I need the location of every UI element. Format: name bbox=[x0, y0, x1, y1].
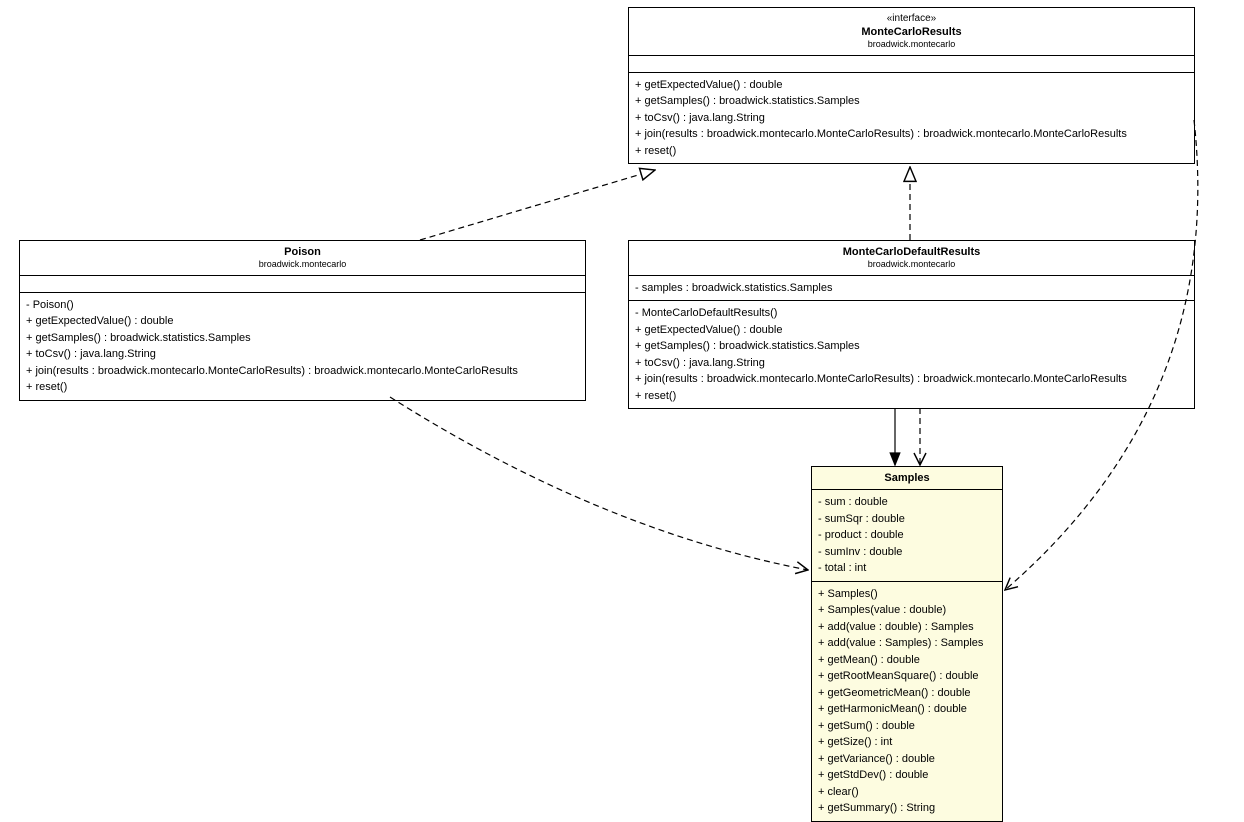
member: + reset() bbox=[635, 143, 1188, 160]
member: + reset() bbox=[635, 388, 1188, 405]
member: + getExpectedValue() : double bbox=[635, 77, 1188, 94]
member: + getSummary() : String bbox=[818, 800, 996, 817]
package-name: broadwick.montecarlo bbox=[26, 259, 579, 271]
member: + getExpectedValue() : double bbox=[26, 313, 579, 330]
class-poison: Poison broadwick.montecarlo - Poison()+ … bbox=[19, 240, 586, 401]
class-name: Poison bbox=[26, 245, 579, 259]
member: - sumSqr : double bbox=[818, 511, 996, 528]
member: + Samples() bbox=[818, 586, 996, 603]
member: + add(value : Samples) : Samples bbox=[818, 635, 996, 652]
member: + add(value : double) : Samples bbox=[818, 619, 996, 636]
member: + Samples(value : double) bbox=[818, 602, 996, 619]
member: + join(results : broadwick.montecarlo.Mo… bbox=[635, 371, 1188, 388]
class-name: MonteCarloDefaultResults bbox=[635, 245, 1188, 259]
member: - MonteCarloDefaultResults() bbox=[635, 305, 1188, 322]
member: + getSize() : int bbox=[818, 734, 996, 751]
member: + clear() bbox=[818, 784, 996, 801]
member: + join(results : broadwick.montecarlo.Mo… bbox=[635, 126, 1188, 143]
member: - Poison() bbox=[26, 297, 579, 314]
methods-section: - Poison()+ getExpectedValue() : double+… bbox=[20, 293, 585, 400]
member: - total : int bbox=[818, 560, 996, 577]
fields-section bbox=[629, 56, 1194, 73]
member: + toCsv() : java.lang.String bbox=[26, 346, 579, 363]
member: - samples : broadwick.statistics.Samples bbox=[635, 280, 1188, 297]
methods-section: + getExpectedValue() : double+ getSample… bbox=[629, 73, 1194, 164]
package-name: broadwick.montecarlo bbox=[635, 39, 1188, 51]
member: + join(results : broadwick.montecarlo.Mo… bbox=[26, 363, 579, 380]
member: + getVariance() : double bbox=[818, 751, 996, 768]
member: + getRootMeanSquare() : double bbox=[818, 668, 996, 685]
member: + getExpectedValue() : double bbox=[635, 322, 1188, 339]
realization-poison-to-interface bbox=[420, 170, 655, 240]
member: - product : double bbox=[818, 527, 996, 544]
member: + getSamples() : broadwick.statistics.Sa… bbox=[635, 93, 1188, 110]
member: + getMean() : double bbox=[818, 652, 996, 669]
member: + getSum() : double bbox=[818, 718, 996, 735]
member: + getGeometricMean() : double bbox=[818, 685, 996, 702]
stereotype: «interface» bbox=[635, 12, 1188, 25]
package-name: broadwick.montecarlo bbox=[635, 259, 1188, 271]
methods-section: + Samples()+ Samples(value : double)+ ad… bbox=[812, 582, 1002, 821]
member: + getHarmonicMean() : double bbox=[818, 701, 996, 718]
class-montecarlodefaultresults: MonteCarloDefaultResults broadwick.monte… bbox=[628, 240, 1195, 409]
methods-section: - MonteCarloDefaultResults()+ getExpecte… bbox=[629, 301, 1194, 408]
dependency-poison-to-samples bbox=[390, 397, 808, 570]
member: + getStdDev() : double bbox=[818, 767, 996, 784]
fields-section: - samples : broadwick.statistics.Samples bbox=[629, 276, 1194, 302]
member: - sumInv : double bbox=[818, 544, 996, 561]
class-name: MonteCarloResults bbox=[635, 25, 1188, 39]
member: - sum : double bbox=[818, 494, 996, 511]
member: + toCsv() : java.lang.String bbox=[635, 110, 1188, 127]
class-samples: Samples - sum : double- sumSqr : double-… bbox=[811, 466, 1003, 822]
class-name: Samples bbox=[818, 471, 996, 485]
fields-section bbox=[20, 276, 585, 293]
member: + getSamples() : broadwick.statistics.Sa… bbox=[635, 338, 1188, 355]
class-montecarloresults: «interface» MonteCarloResults broadwick.… bbox=[628, 7, 1195, 164]
member: + toCsv() : java.lang.String bbox=[635, 355, 1188, 372]
fields-section: - sum : double- sumSqr : double- product… bbox=[812, 490, 1002, 582]
member: + reset() bbox=[26, 379, 579, 396]
member: + getSamples() : broadwick.statistics.Sa… bbox=[26, 330, 579, 347]
